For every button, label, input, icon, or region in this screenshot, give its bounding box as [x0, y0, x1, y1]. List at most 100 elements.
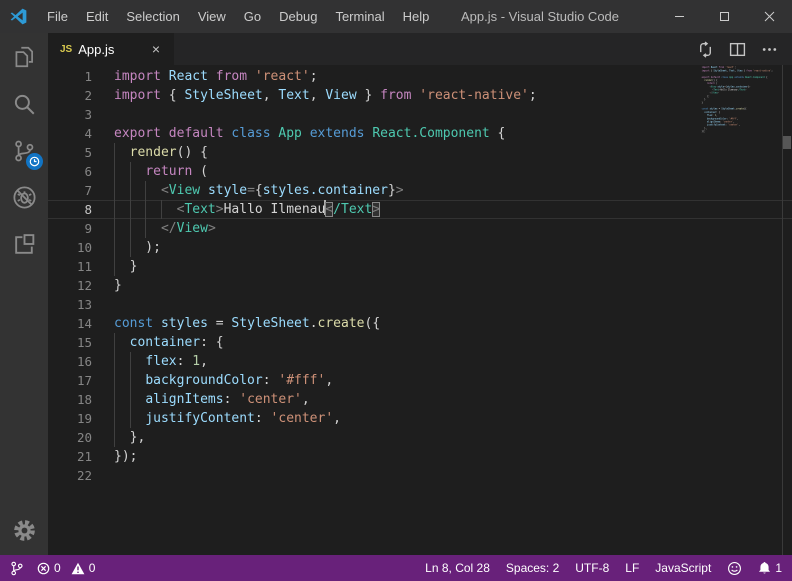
language-mode[interactable]: JavaScript: [655, 561, 711, 575]
code-token: <: [325, 202, 333, 217]
search-icon[interactable]: [0, 80, 48, 127]
line-number[interactable]: 6: [48, 162, 92, 181]
minimap[interactable]: import React from 'react';import { Style…: [700, 65, 783, 555]
line-content: }: [114, 276, 122, 295]
indent-guide: [130, 371, 131, 390]
tab-bar: JS App.js ×: [48, 33, 792, 65]
debug-icon[interactable]: [0, 174, 48, 221]
code-token: (: [192, 164, 208, 179]
code-line[interactable]: 5 render() {: [48, 143, 792, 162]
close-button[interactable]: [747, 0, 792, 33]
code-token: >: [372, 202, 380, 217]
code-line[interactable]: 17 backgroundColor: '#fff',: [48, 371, 792, 390]
line-number[interactable]: 8: [48, 200, 92, 219]
line-number[interactable]: 14: [48, 314, 92, 333]
code-token: }: [357, 88, 380, 103]
tab-appjs[interactable]: JS App.js ×: [48, 33, 174, 65]
code-line[interactable]: 16 flex: 1,: [48, 352, 792, 371]
code-line[interactable]: 7 <View style={styles.container}>: [48, 181, 792, 200]
line-number[interactable]: 16: [48, 352, 92, 371]
line-content: container: {: [114, 333, 224, 352]
code-line[interactable]: 20 },: [48, 428, 792, 447]
code-token: .: [310, 316, 318, 331]
code-line[interactable]: 14const styles = StyleSheet.create({: [48, 314, 792, 333]
line-number[interactable]: 19: [48, 409, 92, 428]
extensions-icon[interactable]: [0, 221, 48, 268]
vscode-logo-icon: [10, 8, 28, 26]
line-number[interactable]: 3: [48, 105, 92, 124]
notifications-bell[interactable]: 1: [758, 561, 782, 575]
menu-file[interactable]: File: [38, 0, 77, 33]
code-token: {: [490, 126, 506, 141]
code-line[interactable]: 19 justifyContent: 'center',: [48, 409, 792, 428]
code-token: });: [114, 449, 137, 464]
line-number[interactable]: 18: [48, 390, 92, 409]
code-token: {: [161, 88, 184, 103]
tab-close-icon[interactable]: ×: [146, 41, 166, 57]
menu-terminal[interactable]: Terminal: [326, 0, 393, 33]
line-number[interactable]: 17: [48, 371, 92, 390]
line-content: });: [114, 447, 137, 466]
code-token: >: [396, 183, 404, 198]
split-editor-icon[interactable]: [726, 38, 748, 60]
code-line[interactable]: 10 );: [48, 238, 792, 257]
line-number[interactable]: 4: [48, 124, 92, 143]
line-number[interactable]: 22: [48, 466, 92, 485]
code-token: ,: [263, 88, 279, 103]
code-line[interactable]: 18 alignItems: 'center',: [48, 390, 792, 409]
line-number[interactable]: 13: [48, 295, 92, 314]
line-number[interactable]: 20: [48, 428, 92, 447]
cursor-position[interactable]: Ln 8, Col 28: [425, 561, 490, 575]
eol-setting[interactable]: LF: [625, 561, 639, 575]
code-token: render: [130, 145, 177, 160]
line-number[interactable]: 1: [48, 67, 92, 86]
problems-indicator[interactable]: 0 0: [37, 561, 95, 575]
line-number[interactable]: 5: [48, 143, 92, 162]
git-branch-icon[interactable]: [10, 561, 23, 576]
indentation-setting[interactable]: Spaces: 2: [506, 561, 559, 575]
code-line[interactable]: 15 container: {: [48, 333, 792, 352]
code-token: : {: [200, 335, 223, 350]
line-number[interactable]: 12: [48, 276, 92, 295]
line-number[interactable]: 15: [48, 333, 92, 352]
code-line[interactable]: 13: [48, 295, 792, 314]
maximize-button[interactable]: [702, 0, 747, 33]
explorer-icon[interactable]: [0, 33, 48, 80]
menu-go[interactable]: Go: [235, 0, 270, 33]
code-line[interactable]: 21});: [48, 447, 792, 466]
code-token: }: [388, 183, 396, 198]
line-number[interactable]: 11: [48, 257, 92, 276]
code-editor[interactable]: 1import React from 'react';2import { Sty…: [48, 65, 792, 555]
code-line[interactable]: 6 return (: [48, 162, 792, 181]
line-number[interactable]: 21: [48, 447, 92, 466]
line-number[interactable]: 7: [48, 181, 92, 200]
indent-guide: [130, 162, 131, 181]
line-number[interactable]: 9: [48, 219, 92, 238]
code-line[interactable]: 8 <Text>Hallo Ilmenau</Text>: [48, 200, 792, 219]
code-line[interactable]: 11 }: [48, 257, 792, 276]
more-actions-icon[interactable]: [758, 38, 780, 60]
menu-edit[interactable]: Edit: [77, 0, 117, 33]
indent-guide: [114, 200, 115, 219]
sync-changes-icon[interactable]: [694, 38, 716, 60]
scrollbar-thumb[interactable]: [783, 136, 791, 149]
menu-view[interactable]: View: [189, 0, 235, 33]
code-line[interactable]: 22: [48, 466, 792, 485]
code-line[interactable]: 3: [48, 105, 792, 124]
code-line[interactable]: 9 </View>: [48, 219, 792, 238]
code-line[interactable]: 1import React from 'react';: [48, 67, 792, 86]
encoding-setting[interactable]: UTF-8: [575, 561, 609, 575]
code-token: import: [114, 69, 161, 84]
line-number[interactable]: 2: [48, 86, 92, 105]
menu-selection[interactable]: Selection: [117, 0, 188, 33]
menu-debug[interactable]: Debug: [270, 0, 326, 33]
code-line[interactable]: 2import { StyleSheet, Text, View } from …: [48, 86, 792, 105]
settings-gear-icon[interactable]: [0, 507, 48, 553]
code-line[interactable]: 4export default class App extends React.…: [48, 124, 792, 143]
code-line[interactable]: 12}: [48, 276, 792, 295]
line-number[interactable]: 10: [48, 238, 92, 257]
tab-label: App.js: [78, 42, 146, 57]
indent-guide: [130, 181, 131, 200]
feedback-smiley-icon[interactable]: [727, 561, 742, 576]
source-control-icon[interactable]: [0, 127, 48, 174]
